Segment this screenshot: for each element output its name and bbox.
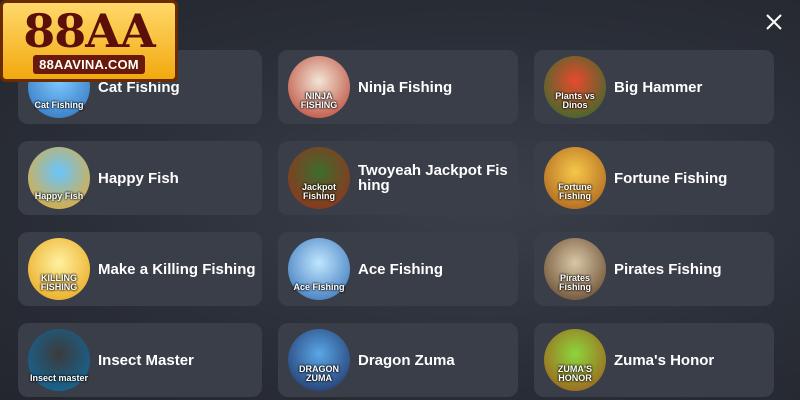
game-thumbnail: Happy Fish [28,147,90,209]
game-thumbnail: Plants vs Dinos [544,56,606,118]
game-card-ninja-fishing[interactable]: NINJA FISHING Ninja Fishing [278,50,518,124]
game-thumbnail: Fortune Fishing [544,147,606,209]
game-card-ace-fishing[interactable]: Ace Fishing Ace Fishing [278,232,518,306]
game-card-zumas-honor[interactable]: ZUMA'S HONOR Zuma's Honor [534,323,774,397]
game-card-happy-fish[interactable]: Happy Fish Happy Fish [18,141,262,215]
game-card-pirates-fishing[interactable]: Pirates Fishing Pirates Fishing [534,232,774,306]
game-thumbnail: Pirates Fishing [544,238,606,300]
game-thumbnail: Ace Fishing [288,238,350,300]
game-card-insect-master[interactable]: Insect master Insect Master [18,323,262,397]
game-card-dragon-zuma[interactable]: DRAGON ZUMA Dragon Zuma [278,323,518,397]
game-name: Pirates Fishing [614,260,722,278]
game-name: Make a Killing Fishing [98,260,256,278]
game-name: Twoyeah Jackpot Fishing [358,162,508,194]
game-name: Zuma's Honor [614,351,715,369]
game-card-make-a-killing-fishing[interactable]: KILLING FISHING Make a Killing Fishing [18,232,262,306]
game-name: Ninja Fishing [358,78,453,96]
close-button[interactable] [762,10,786,34]
logo-url: 88AAVINA.COM [33,54,145,74]
brand-logo: 88AA 88AAVINA.COM [0,0,178,82]
game-name: Dragon Zuma [358,351,455,369]
game-thumbnail: ZUMA'S HONOR [544,329,606,391]
game-thumbnail: Jackpot Fishing [288,147,350,209]
game-thumbnail: NINJA FISHING [288,56,350,118]
game-thumbnail: Insect master [28,329,90,391]
game-name: Insect Master [98,351,194,369]
game-name: Big Hammer [614,78,703,96]
game-thumbnail: KILLING FISHING [28,238,90,300]
close-icon [766,14,782,30]
logo-text: 88AA [23,3,155,58]
game-name: Happy Fish [98,169,179,187]
game-card-twoyeah-jackpot-fishing[interactable]: Jackpot Fishing Twoyeah Jackpot Fishing [278,141,518,215]
game-card-fortune-fishing[interactable]: Fortune Fishing Fortune Fishing [534,141,774,215]
game-card-big-hammer[interactable]: Plants vs Dinos Big Hammer [534,50,774,124]
game-name: Ace Fishing [358,260,444,278]
game-name: Fortune Fishing [614,169,728,187]
game-grid: Cat Fishing Cat Fishing NINJA FISHING Ni… [18,50,778,397]
game-thumbnail: DRAGON ZUMA [288,329,350,391]
